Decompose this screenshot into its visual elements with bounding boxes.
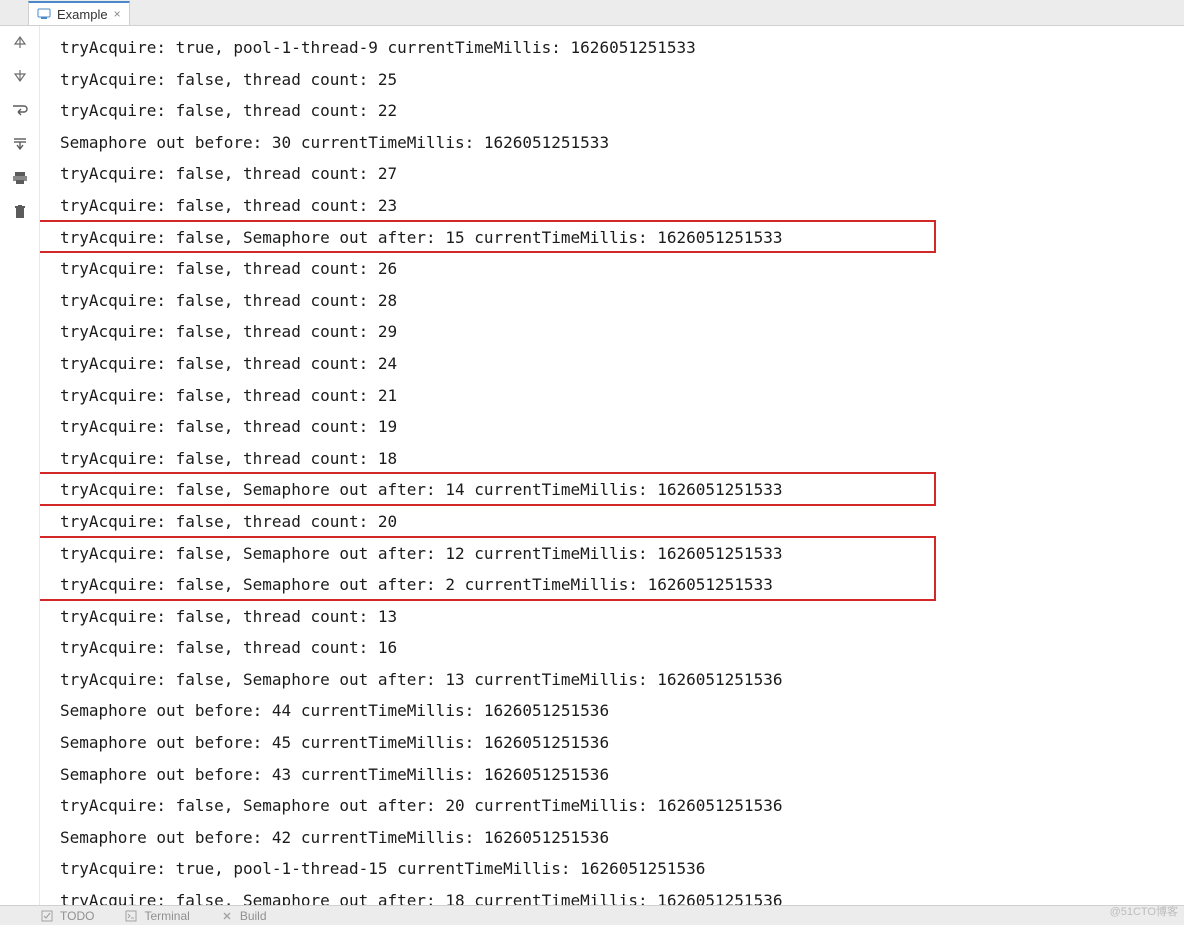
console-line: tryAcquire: false, thread count: 21 (60, 380, 1184, 412)
console-line: Semaphore out before: 43 currentTimeMill… (60, 759, 1184, 791)
tab-example[interactable]: Example × (28, 1, 130, 25)
console-line: tryAcquire: false, thread count: 27 (60, 158, 1184, 190)
trash-icon[interactable] (8, 202, 32, 222)
bottom-toolbar: TODO Terminal Build (0, 905, 1184, 925)
console-line: tryAcquire: false, Semaphore out after: … (60, 474, 1184, 506)
console-line: Semaphore out before: 44 currentTimeMill… (60, 695, 1184, 727)
console-line: tryAcquire: false, thread count: 16 (60, 632, 1184, 664)
bottom-item-label: Terminal (144, 909, 189, 923)
print-icon[interactable] (8, 168, 32, 188)
run-config-icon (37, 7, 51, 21)
close-icon[interactable]: × (114, 7, 121, 21)
watermark: @51CTO博客 (1110, 903, 1178, 919)
console-line: Semaphore out before: 30 currentTimeMill… (60, 127, 1184, 159)
console-line: tryAcquire: false, Semaphore out after: … (60, 538, 1184, 570)
console-line: Semaphore out before: 42 currentTimeMill… (60, 822, 1184, 854)
console-gutter (0, 26, 40, 905)
tab-label: Example (57, 7, 108, 22)
todo-icon (40, 909, 54, 923)
console-line: tryAcquire: false, Semaphore out after: … (60, 569, 1184, 601)
console-line: Semaphore out before: 45 currentTimeMill… (60, 727, 1184, 759)
terminal-icon (124, 909, 138, 923)
bottom-item-terminal[interactable]: Terminal (124, 909, 189, 923)
console-output[interactable]: tryAcquire: true, pool-1-thread-9 curren… (40, 26, 1184, 905)
soft-wrap-icon[interactable] (8, 100, 32, 120)
tab-bar: Example × (0, 0, 1184, 26)
console-line: tryAcquire: false, thread count: 22 (60, 95, 1184, 127)
console-lines: tryAcquire: true, pool-1-thread-9 curren… (40, 26, 1184, 905)
body-row: tryAcquire: true, pool-1-thread-9 curren… (0, 26, 1184, 905)
console-line: tryAcquire: false, thread count: 20 (60, 506, 1184, 538)
bottom-item-todo[interactable]: TODO (40, 909, 94, 923)
console-line: tryAcquire: false, thread count: 28 (60, 285, 1184, 317)
console-line: tryAcquire: false, thread count: 23 (60, 190, 1184, 222)
console-line: tryAcquire: false, thread count: 19 (60, 411, 1184, 443)
console-line: tryAcquire: false, Semaphore out after: … (60, 664, 1184, 696)
arrow-up-icon[interactable] (8, 32, 32, 52)
console-line: tryAcquire: false, thread count: 26 (60, 253, 1184, 285)
console-line: tryAcquire: false, thread count: 18 (60, 443, 1184, 475)
console-line: tryAcquire: false, Semaphore out after: … (60, 885, 1184, 905)
console-line: tryAcquire: false, Semaphore out after: … (60, 790, 1184, 822)
scroll-to-end-icon[interactable] (8, 134, 32, 154)
bottom-item-label: Build (240, 909, 267, 923)
console-line: tryAcquire: true, pool-1-thread-9 curren… (60, 32, 1184, 64)
bottom-item-label: TODO (60, 909, 94, 923)
build-icon (220, 909, 234, 923)
console-line: tryAcquire: false, thread count: 13 (60, 601, 1184, 633)
console-line: tryAcquire: false, thread count: 29 (60, 316, 1184, 348)
arrow-down-icon[interactable] (8, 66, 32, 86)
console-line: tryAcquire: true, pool-1-thread-15 curre… (60, 853, 1184, 885)
console-line: tryAcquire: false, thread count: 25 (60, 64, 1184, 96)
console-line: tryAcquire: false, thread count: 24 (60, 348, 1184, 380)
console-line: tryAcquire: false, Semaphore out after: … (60, 222, 1184, 254)
bottom-item-build[interactable]: Build (220, 909, 267, 923)
